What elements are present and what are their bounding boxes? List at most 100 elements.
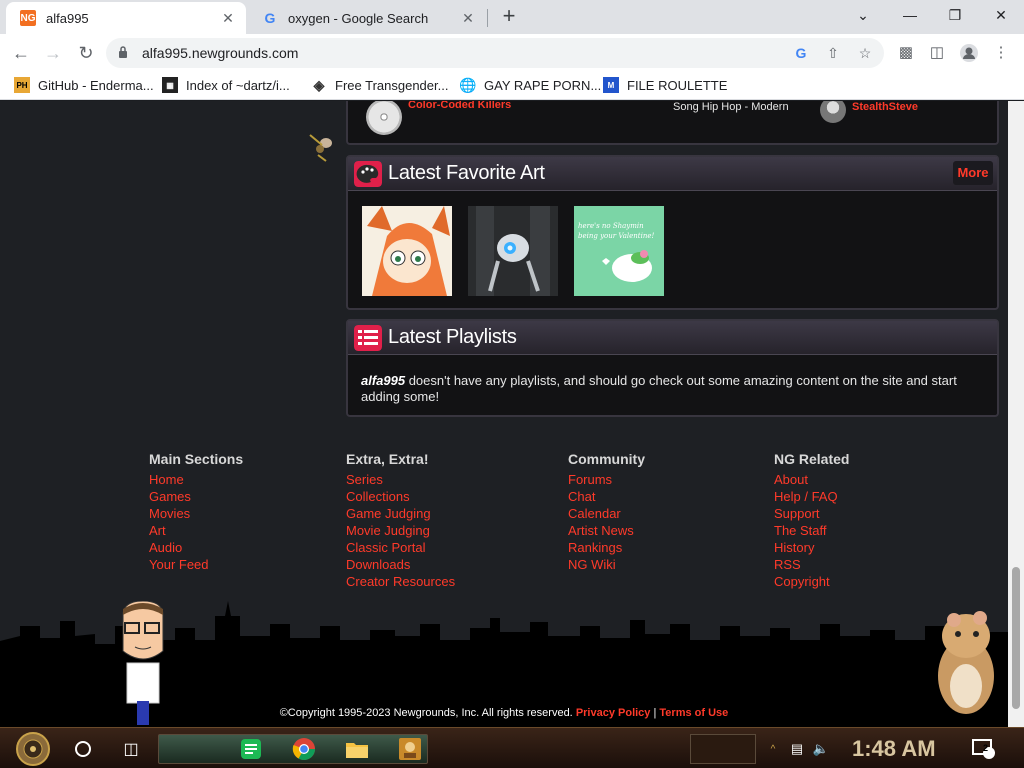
footer-link[interactable]: Forums	[568, 471, 645, 488]
audio-list-item[interactable]: Color-Coded Killers Song Hip Hop - Moder…	[346, 101, 999, 145]
share-icon[interactable]: ⇧	[824, 44, 842, 62]
footer-link[interactable]: Art	[149, 522, 243, 539]
scrollbar-thumb[interactable]	[1012, 567, 1020, 709]
forward-icon[interactable]: →	[41, 41, 65, 65]
tab-search-button[interactable]: ⌄	[848, 4, 878, 26]
art-thumbnail[interactable]	[362, 206, 452, 296]
taskbar: ◫ ^ ▤ 🔈 1:48 AM 2	[0, 727, 1024, 768]
back-icon[interactable]: ←	[9, 41, 33, 65]
steampunk-start-icon	[16, 732, 50, 766]
footer-link[interactable]: Series	[346, 471, 455, 488]
footer-link[interactable]: Home	[149, 471, 243, 488]
grid-icon: ▦	[162, 77, 178, 93]
footer-link[interactable]: Chat	[568, 488, 645, 505]
bookmark-label: Index of ~dartz/i...	[186, 77, 290, 93]
tab-title: alfa995	[46, 10, 89, 26]
file-explorer-icon[interactable]	[343, 734, 371, 764]
art-thumbnail[interactable]	[468, 206, 558, 296]
panel-title: Latest Favorite Art	[388, 162, 545, 184]
privacy-policy-link[interactable]: Privacy Policy	[576, 707, 651, 719]
footer-link[interactable]: RSS	[774, 556, 849, 573]
author-avatar[interactable]	[820, 101, 846, 123]
notes-app-icon[interactable]	[238, 734, 264, 764]
tab-strip: NG alfa995 ✕ G oxygen - Google Search ✕ …	[0, 0, 1024, 34]
audio-genre: Song Hip Hop - Modern	[673, 101, 789, 113]
address-bar[interactable]: alfa995.newgrounds.com G ⇧ ☆	[106, 38, 884, 68]
bookmark-globe-link[interactable]: 🌐 GAY RAPE PORN...	[459, 77, 601, 93]
newgrounds-favicon-icon: NG	[20, 10, 36, 26]
tab-title: oxygen - Google Search	[288, 10, 429, 26]
footer-link[interactable]: NG Wiki	[568, 556, 645, 573]
minimize-button[interactable]: —	[895, 4, 925, 26]
footer-link[interactable]: Classic Portal	[346, 539, 455, 556]
footer-column-main-sections: Main Sections Home Games Movies Art Audi…	[149, 451, 243, 573]
footer-link[interactable]: Audio	[149, 539, 243, 556]
footer-link[interactable]: Games	[149, 488, 243, 505]
bookmark-label: GitHub - Enderma...	[38, 77, 154, 93]
footer-link[interactable]: Movie Judging	[346, 522, 455, 539]
footer-link[interactable]: Rankings	[568, 539, 645, 556]
task-view-icon[interactable]: ◫	[118, 734, 144, 764]
show-hidden-icons[interactable]: ^	[766, 734, 780, 764]
footer-link[interactable]: The Staff	[774, 522, 849, 539]
footer-link[interactable]: Downloads	[346, 556, 455, 573]
bookmark-github[interactable]: PH GitHub - Enderma...	[14, 77, 154, 93]
new-tab-button[interactable]: +	[498, 5, 520, 28]
footer-link[interactable]: Artist News	[568, 522, 645, 539]
google-lens-icon[interactable]: G	[792, 44, 810, 62]
more-button[interactable]: More	[953, 161, 993, 185]
reload-icon[interactable]: ↻	[74, 41, 98, 65]
footer-link[interactable]: Creator Resources	[346, 573, 455, 590]
tab-oxygen-search[interactable]: G oxygen - Google Search ✕	[248, 2, 486, 34]
copyright-footer: ©Copyright 1995-2023 Newgrounds, Inc. Al…	[0, 707, 1008, 719]
profile-icon[interactable]	[959, 43, 979, 63]
menu-kebab-icon[interactable]: ⋮	[991, 43, 1011, 63]
footer-link[interactable]: Your Feed	[149, 556, 243, 573]
footer-link[interactable]: Copyright	[774, 573, 849, 590]
art-thumbnail[interactable]: here's no Shaymin being your Valentine!	[574, 206, 664, 296]
volume-muted-icon[interactable]: 🔈	[810, 734, 832, 764]
chrome-icon[interactable]	[290, 734, 318, 764]
close-window-button[interactable]: ✕	[986, 4, 1016, 26]
footer-column-community: Community Forums Chat Calendar Artist Ne…	[568, 451, 645, 573]
separator: |	[653, 707, 657, 719]
footer-link[interactable]: Movies	[149, 505, 243, 522]
restore-button[interactable]: ❐	[940, 4, 970, 26]
bookmark-index-dartz[interactable]: ▦ Index of ~dartz/i...	[162, 77, 290, 93]
footer-link[interactable]: Game Judging	[346, 505, 455, 522]
side-panel-icon[interactable]: ◫	[927, 43, 947, 63]
favorite-art-panel: Latest Favorite Art More here's no Shaym…	[346, 155, 999, 310]
bookmark-star-icon[interactable]: ☆	[856, 44, 874, 62]
panel-title: Latest Playlists	[388, 326, 517, 348]
hat-icon: ◈	[313, 76, 325, 93]
close-tab-icon[interactable]: ✕	[220, 10, 236, 26]
start-button[interactable]	[10, 731, 56, 767]
footer-link[interactable]: Collections	[346, 488, 455, 505]
bookmark-file-roulette[interactable]: M FILE ROULETTE	[603, 77, 727, 93]
audio-title-link[interactable]: Color-Coded Killers	[408, 101, 511, 111]
hamster-character	[938, 611, 994, 714]
footer-link[interactable]: Calendar	[568, 505, 645, 522]
extensions-icon[interactable]: ▩	[896, 43, 916, 63]
footer-link[interactable]: About	[774, 471, 849, 488]
tab-alfa995[interactable]: NG alfa995 ✕	[6, 2, 246, 34]
footer-link[interactable]: History	[774, 539, 849, 556]
search-circle-icon[interactable]	[70, 734, 96, 764]
page-content: Color-Coded Killers Song Hip Hop - Moder…	[0, 101, 1008, 727]
audio-author-link[interactable]: StealthSteve	[852, 101, 918, 113]
footer-link[interactable]: Help / FAQ	[774, 488, 849, 505]
page-scrollbar[interactable]	[1008, 101, 1024, 727]
notification-center-icon[interactable]: 2	[970, 734, 996, 764]
taskbar-clock[interactable]: 1:48 AM	[852, 736, 936, 762]
footer-link[interactable]: Support	[774, 505, 849, 522]
close-tab-icon[interactable]: ✕	[460, 10, 476, 26]
footer-heading: NG Related	[774, 451, 850, 467]
game-app-icon[interactable]	[396, 734, 424, 764]
bookmark-free-transgender[interactable]: ◈ Free Transgender...	[311, 76, 449, 93]
bookmark-label: FILE ROULETTE	[627, 77, 728, 93]
bookmark-label: Free Transgender...	[335, 77, 449, 93]
lock-icon[interactable]	[118, 46, 128, 58]
flying-bug-icon	[309, 134, 332, 162]
network-icon[interactable]: ▤	[786, 734, 808, 764]
terms-of-use-link[interactable]: Terms of Use	[659, 707, 728, 719]
